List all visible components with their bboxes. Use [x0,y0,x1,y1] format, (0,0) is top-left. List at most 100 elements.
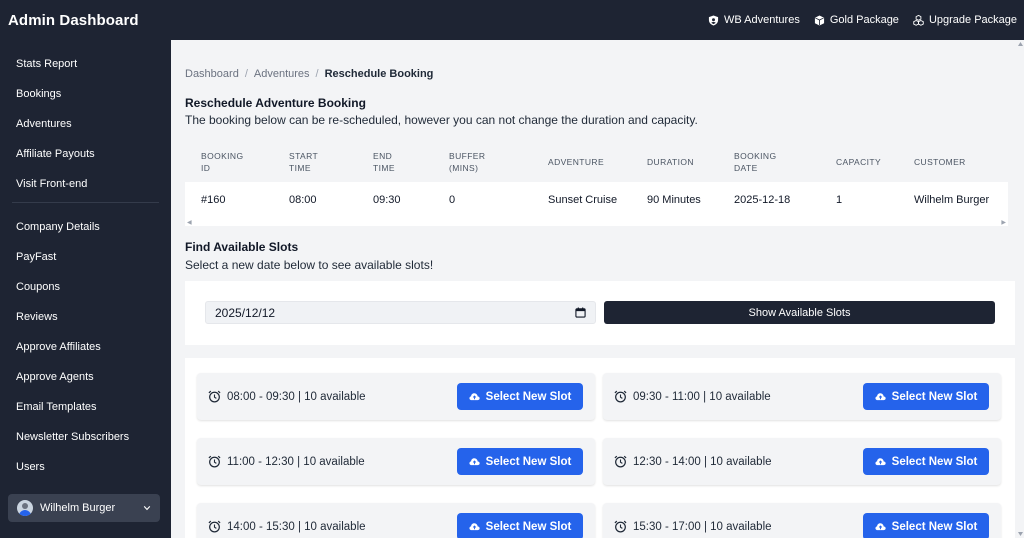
sidebar-item-bookings[interactable]: Bookings [0,79,171,109]
topnav-label: WB Adventures [724,14,800,26]
main-content: Dashboard / Adventures / Reschedule Booking … [171,40,1024,538]
cloud-upload-icon [469,523,480,531]
column-header-capacity: CAPACITY [836,156,882,167]
select-new-slot-button[interactable]: Select New Slot [863,513,989,538]
sidebar-item-email-templates[interactable]: Email Templates [0,392,171,422]
slots-card: 08:00 - 09:30 | 10 available Select New … [185,358,1015,538]
column-header-start-time: START TIME [289,150,319,173]
cloud-upload-icon [875,393,886,401]
top-bar: Admin Dashboard WB Adventures Gold Packa… [0,0,1024,40]
slot-item: 09:30 - 11:00 | 10 available Select New … [603,373,1001,420]
cell-adventure: Sunset Cruise [548,194,618,206]
slot-label: 11:00 - 12:30 | 10 available [227,455,365,468]
sidebar-item-users[interactable]: Users [0,452,171,482]
table-horizontal-scrollbar[interactable]: ◀ ▶ [185,218,1008,226]
avatar [17,500,33,516]
date-picker-card: 2025/12/12 Show Available Slots [185,281,1015,345]
chevron-down-icon [143,506,151,511]
slot-item: 15:30 - 17:00 | 10 available Select New … [603,503,1001,538]
column-header-customer: CUSTOMER [914,156,966,167]
topnav-wb-adventures[interactable]: WB Adventures [708,14,800,26]
table-row: #160 08:00 09:30 0 Sunset Cruise 90 Minu… [185,182,1008,218]
select-new-slot-button[interactable]: Select New Slot [457,448,583,475]
column-header-buffer: BUFFER (MINS) [449,150,486,173]
sidebar-item-company-details[interactable]: Company Details [0,212,171,242]
slot-label: 14:00 - 15:30 | 10 available [227,520,366,533]
sidebar: Stats Report Bookings Adventures Affilia… [0,40,171,538]
user-menu-button[interactable]: Wilhelm Burger [8,494,160,522]
sidebar-item-newsletter-subscribers[interactable]: Newsletter Subscribers [0,422,171,452]
breadcrumb-adventures[interactable]: Adventures [254,68,310,80]
cell-buffer: 0 [449,194,456,206]
shield-icon [708,14,719,26]
scroll-left-arrow-icon[interactable]: ◀ [187,219,192,226]
breadcrumb-dashboard[interactable]: Dashboard [185,68,239,80]
sidebar-item-approve-affiliates[interactable]: Approve Affiliates [0,332,171,362]
topnav-gold-package[interactable]: Gold Package [814,14,899,26]
alarm-clock-icon [614,520,627,533]
cell-customer: Wilhelm Burger [914,194,990,206]
cell-end-time: 09:30 [373,194,401,206]
scroll-right-arrow-icon[interactable]: ▶ [1001,219,1006,226]
cloud-upload-icon [469,393,480,401]
date-input[interactable]: 2025/12/12 [205,301,596,324]
booking-table-container: BOOKING ID START TIME END TIME BUFFER (MINS)… [185,141,1008,226]
cell-booking-id: #160 [201,194,226,206]
select-new-slot-button[interactable]: Select New Slot [863,383,989,410]
alarm-clock-icon [208,390,221,403]
select-new-slot-button[interactable]: Select New Slot [863,448,989,475]
sidebar-item-reviews[interactable]: Reviews [0,302,171,332]
alarm-clock-icon [614,455,627,468]
cell-duration: 90 Minutes [647,194,701,206]
alarm-clock-icon [208,455,221,468]
select-new-slot-button[interactable]: Select New Slot [457,513,583,538]
breadcrumb-separator: / [244,68,248,80]
column-header-duration: DURATION [647,156,694,167]
select-new-slot-button[interactable]: Select New Slot [457,383,583,410]
column-header-end-time: END TIME [373,150,395,173]
slot-label: 09:30 - 11:00 | 10 available [633,390,771,403]
slot-label: 15:30 - 17:00 | 10 available [633,520,772,533]
slot-item: 11:00 - 12:30 | 10 available Select New … [197,438,595,485]
breadcrumb: Dashboard / Adventures / Reschedule Booking [185,68,433,80]
slot-label: 08:00 - 09:30 | 10 available [227,390,366,403]
sidebar-item-payfast[interactable]: PayFast [0,242,171,272]
cell-start-time: 08:00 [289,194,317,206]
top-nav: WB Adventures Gold Package Upgrade Packa… [708,14,1017,26]
cubes-icon [913,14,924,26]
sidebar-group-main: Stats Report Bookings Adventures Affilia… [0,49,171,199]
booking-table: BOOKING ID START TIME END TIME BUFFER (MINS)… [185,141,1008,218]
breadcrumb-current: Reschedule Booking [324,68,434,80]
reschedule-title: Reschedule Adventure Booking [185,96,366,110]
topnav-label: Gold Package [829,14,899,26]
table-header-row: BOOKING ID START TIME END TIME BUFFER (MINS)… [185,141,1008,182]
sidebar-item-coupons[interactable]: Coupons [0,272,171,302]
cloud-upload-icon [875,523,886,531]
cell-booking-date: 2025-12-18 [734,194,791,206]
sidebar-divider [12,202,159,203]
sidebar-item-stats-report[interactable]: Stats Report [0,49,171,79]
alarm-clock-icon [208,520,221,533]
sidebar-item-visit-front-end[interactable]: Visit Front-end [0,169,171,199]
reschedule-description: The booking below can be re-scheduled, h… [185,113,698,127]
breadcrumb-separator: / [315,68,319,80]
sidebar-group-settings: Company Details PayFast Coupons Reviews … [0,212,171,482]
column-header-booking-date: BOOKING DATE [734,150,777,173]
slot-item: 12:30 - 14:00 | 10 available Select New … [603,438,1001,485]
slot-item: 14:00 - 15:30 | 10 available Select New … [197,503,595,538]
app-title: Admin Dashboard [8,11,139,29]
sidebar-item-affiliate-payouts[interactable]: Affiliate Payouts [0,139,171,169]
find-slots-title: Find Available Slots [185,240,299,254]
vertical-scrollbar[interactable] [1017,40,1024,538]
date-value: 2025/12/12 [215,305,276,320]
sidebar-item-adventures[interactable]: Adventures [0,109,171,139]
show-available-slots-button[interactable]: Show Available Slots [604,301,995,324]
topnav-upgrade-package[interactable]: Upgrade Package [913,14,1017,26]
topnav-label: Upgrade Package [928,14,1017,26]
user-name: Wilhelm Burger [40,502,116,514]
slot-label: 12:30 - 14:00 | 10 available [633,455,772,468]
cloud-upload-icon [469,458,480,466]
box-icon [814,14,824,26]
sidebar-item-approve-agents[interactable]: Approve Agents [0,362,171,392]
calendar-icon[interactable] [575,307,586,318]
